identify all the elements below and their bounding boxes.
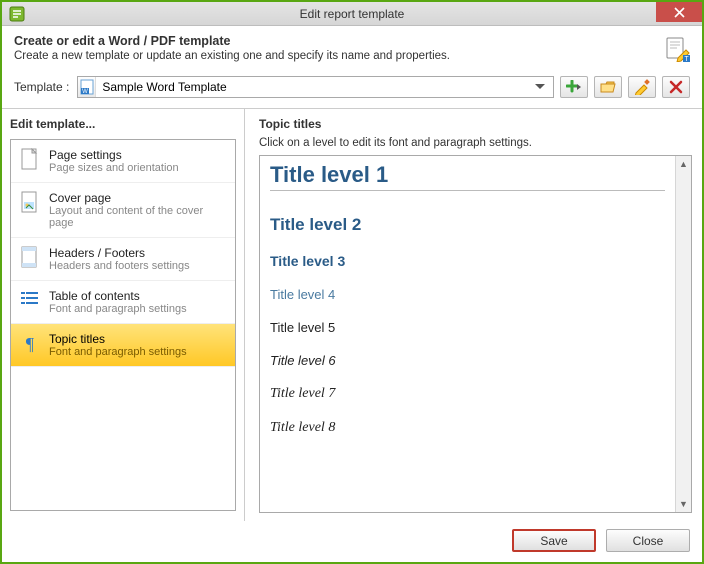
nav-item-topic-titles[interactable]: ¶ Topic titlesFont and paragraph setting… xyxy=(11,324,235,367)
header: Create or edit a Word / PDF template Cre… xyxy=(2,26,702,72)
nav-item-toc[interactable]: Table of contentsFont and paragraph sett… xyxy=(11,281,235,324)
title-level-5[interactable]: Title level 5 xyxy=(270,320,665,335)
nav-item-desc: Headers and footers settings xyxy=(49,260,190,272)
edit-template-icon: T xyxy=(664,36,690,62)
title-level-6[interactable]: Title level 6 xyxy=(270,353,665,368)
app-icon xyxy=(8,5,26,23)
title-level-4[interactable]: Title level 4 xyxy=(270,287,665,302)
header-description: Create a new template or update an exist… xyxy=(14,50,654,62)
nav-item-desc: Font and paragraph settings xyxy=(49,303,187,315)
nav-list: Page settingsPage sizes and orientation … xyxy=(10,139,236,511)
add-template-button[interactable] xyxy=(560,76,588,98)
nav-item-headers-footers[interactable]: Headers / FootersHeaders and footers set… xyxy=(11,238,235,281)
main: Edit template... Page settingsPage sizes… xyxy=(2,108,702,521)
close-button[interactable]: Close xyxy=(606,529,690,552)
title-level-3[interactable]: Title level 3 xyxy=(270,253,665,269)
header-footer-icon xyxy=(19,246,41,272)
nav-item-desc: Font and paragraph settings xyxy=(49,346,187,358)
window-title: Edit report template xyxy=(2,7,702,21)
word-doc-icon: W xyxy=(78,77,96,97)
delete-template-button[interactable] xyxy=(662,76,690,98)
open-template-button[interactable] xyxy=(594,76,622,98)
content-hint: Click on a level to edit its font and pa… xyxy=(259,137,692,149)
pilcrow-icon: ¶ xyxy=(19,332,41,358)
dialog-window: Edit report template Create or edit a Wo… xyxy=(0,0,704,564)
nav-item-cover-page[interactable]: Cover pageLayout and content of the cove… xyxy=(11,183,235,238)
header-title: Create or edit a Word / PDF template xyxy=(14,34,654,48)
side-pane: Edit template... Page settingsPage sizes… xyxy=(2,109,245,521)
rename-template-button[interactable] xyxy=(628,76,656,98)
titlebar: Edit report template xyxy=(2,2,702,26)
nav-item-title: Cover page xyxy=(49,191,227,205)
template-label: Template : xyxy=(14,80,69,94)
toolbar: Template : W xyxy=(2,72,702,108)
toc-icon xyxy=(19,289,41,315)
nav-item-desc: Page sizes and orientation xyxy=(49,162,179,174)
svg-text:T: T xyxy=(684,56,689,62)
svg-text:¶: ¶ xyxy=(26,334,34,354)
footer: Save Close xyxy=(2,521,702,562)
title-level-1[interactable]: Title level 1 xyxy=(270,162,665,191)
chevron-down-icon[interactable] xyxy=(535,84,553,90)
nav-item-title: Topic titles xyxy=(49,332,187,346)
scroll-down-icon[interactable]: ▼ xyxy=(676,496,691,512)
save-button[interactable]: Save xyxy=(512,529,596,552)
content-pane: Topic titles Click on a level to edit it… xyxy=(245,109,702,521)
scroll-up-icon[interactable]: ▲ xyxy=(676,156,691,172)
vertical-scrollbar[interactable]: ▲ ▼ xyxy=(675,156,691,512)
template-select[interactable]: W xyxy=(77,76,554,98)
page-icon xyxy=(19,148,41,174)
title-level-8[interactable]: Title level 8 xyxy=(270,420,665,436)
title-levels-box: Title level 1 Title level 2 Title level … xyxy=(259,155,692,513)
svg-text:W: W xyxy=(82,89,88,95)
side-pane-title: Edit template... xyxy=(10,117,236,131)
template-select-value[interactable] xyxy=(96,77,535,97)
nav-item-page-settings[interactable]: Page settingsPage sizes and orientation xyxy=(11,140,235,183)
nav-item-title: Page settings xyxy=(49,148,179,162)
nav-item-title: Headers / Footers xyxy=(49,246,190,260)
cover-page-icon xyxy=(19,191,41,217)
title-level-2[interactable]: Title level 2 xyxy=(270,215,665,235)
title-level-7[interactable]: Title level 7 xyxy=(270,386,665,402)
nav-item-desc: Layout and content of the cover page xyxy=(49,205,227,229)
nav-item-title: Table of contents xyxy=(49,289,187,303)
window-close-button[interactable] xyxy=(656,2,702,22)
content-title: Topic titles xyxy=(259,117,692,131)
